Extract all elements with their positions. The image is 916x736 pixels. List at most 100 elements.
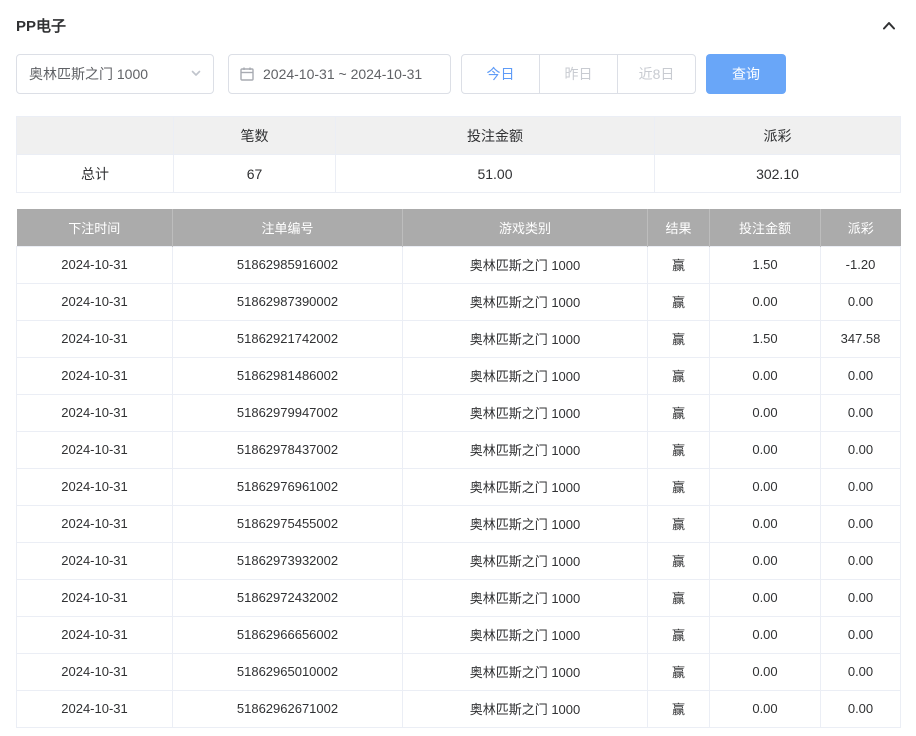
cell-result: 赢 <box>648 283 710 320</box>
date-range-value: 2024-10-31 ~ 2024-10-31 <box>263 66 422 82</box>
cell-payout: 0.00 <box>821 394 901 431</box>
summary-col-blank <box>17 117 174 155</box>
col-bet-amount: 投注金额 <box>710 209 821 246</box>
cell-result: 赢 <box>648 505 710 542</box>
cell-result: 赢 <box>648 542 710 579</box>
table-row: 2024-10-31 51862978437002 奥林匹斯之门 1000 赢 … <box>17 431 901 468</box>
col-order-id: 注单编号 <box>173 209 403 246</box>
cell-game-type: 奥林匹斯之门 1000 <box>403 246 648 283</box>
cell-bet-time: 2024-10-31 <box>17 431 173 468</box>
col-payout: 派彩 <box>821 209 901 246</box>
cell-bet-amount: 0.00 <box>710 616 821 653</box>
cell-payout: 0.00 <box>821 431 901 468</box>
col-bet-time: 下注时间 <box>17 209 173 246</box>
cell-bet-amount: 0.00 <box>710 468 821 505</box>
table-row: 2024-10-31 51862966656002 奥林匹斯之门 1000 赢 … <box>17 616 901 653</box>
summary-total-label: 总计 <box>17 155 174 193</box>
cell-payout: 0.00 <box>821 505 901 542</box>
quick-range-group: 今日 昨日 近8日 <box>461 54 696 94</box>
table-row: 2024-10-31 51862973932002 奥林匹斯之门 1000 赢 … <box>17 542 901 579</box>
table-row: 2024-10-31 51862979947002 奥林匹斯之门 1000 赢 … <box>17 394 901 431</box>
table-row: 2024-10-31 51862962671002 奥林匹斯之门 1000 赢 … <box>17 690 901 727</box>
cell-game-type: 奥林匹斯之门 1000 <box>403 394 648 431</box>
summary-total-row: 总计 67 51.00 302.10 <box>17 155 901 193</box>
cell-bet-amount: 0.00 <box>710 579 821 616</box>
filter-bar: 奥林匹斯之门 1000 2024-10-31 ~ 2024-10-31 今日 昨… <box>16 54 900 94</box>
col-result: 结果 <box>648 209 710 246</box>
table-row: 2024-10-31 51862975455002 奥林匹斯之门 1000 赢 … <box>17 505 901 542</box>
cell-payout: 0.00 <box>821 579 901 616</box>
cell-bet-amount: 0.00 <box>710 431 821 468</box>
cell-bet-time: 2024-10-31 <box>17 394 173 431</box>
cell-order-id: 51862966656002 <box>173 616 403 653</box>
bet-table-header-row: 下注时间 注单编号 游戏类别 结果 投注金额 派彩 <box>17 209 901 246</box>
summary-table: 笔数 投注金额 派彩 总计 67 51.00 302.10 <box>16 116 901 193</box>
cell-game-type: 奥林匹斯之门 1000 <box>403 468 648 505</box>
cell-result: 赢 <box>648 690 710 727</box>
cell-game-type: 奥林匹斯之门 1000 <box>403 505 648 542</box>
cell-result: 赢 <box>648 357 710 394</box>
summary-total-count: 67 <box>174 155 336 193</box>
quick-button-last8days[interactable]: 近8日 <box>617 54 696 94</box>
cell-order-id: 51862981486002 <box>173 357 403 394</box>
cell-bet-amount: 1.50 <box>710 320 821 357</box>
quick-button-yesterday[interactable]: 昨日 <box>539 54 618 94</box>
pp-games-panel: PP电子 奥林匹斯之门 1000 2024-10-31 ~ 2024-10-31 <box>0 0 916 728</box>
cell-result: 赢 <box>648 653 710 690</box>
cell-payout: 0.00 <box>821 283 901 320</box>
cell-game-type: 奥林匹斯之门 1000 <box>403 690 648 727</box>
summary-col-bet-amount: 投注金额 <box>336 117 655 155</box>
summary-total-bet: 51.00 <box>336 155 655 193</box>
cell-result: 赢 <box>648 431 710 468</box>
search-button[interactable]: 查询 <box>706 54 786 94</box>
cell-result: 赢 <box>648 579 710 616</box>
cell-payout: 347.58 <box>821 320 901 357</box>
cell-bet-amount: 0.00 <box>710 690 821 727</box>
table-row: 2024-10-31 51862965010002 奥林匹斯之门 1000 赢 … <box>17 653 901 690</box>
cell-order-id: 51862978437002 <box>173 431 403 468</box>
calendar-icon <box>239 66 255 82</box>
cell-payout: 0.00 <box>821 690 901 727</box>
cell-order-id: 51862965010002 <box>173 653 403 690</box>
cell-payout: 0.00 <box>821 653 901 690</box>
cell-bet-time: 2024-10-31 <box>17 505 173 542</box>
col-game-type: 游戏类别 <box>403 209 648 246</box>
summary-col-count: 笔数 <box>174 117 336 155</box>
panel-title: PP电子 <box>16 15 66 36</box>
cell-bet-amount: 0.00 <box>710 542 821 579</box>
cell-bet-time: 2024-10-31 <box>17 542 173 579</box>
collapse-chevron-up-icon[interactable] <box>880 17 898 35</box>
panel-header: PP电子 <box>16 13 900 36</box>
cell-bet-amount: 0.00 <box>710 653 821 690</box>
quick-button-today[interactable]: 今日 <box>461 54 540 94</box>
cell-result: 赢 <box>648 468 710 505</box>
cell-bet-amount: 1.50 <box>710 246 821 283</box>
cell-order-id: 51862973932002 <box>173 542 403 579</box>
cell-bet-amount: 0.00 <box>710 394 821 431</box>
summary-header-row: 笔数 投注金额 派彩 <box>17 117 901 155</box>
cell-order-id: 51862962671002 <box>173 690 403 727</box>
cell-order-id: 51862976961002 <box>173 468 403 505</box>
cell-payout: 0.00 <box>821 616 901 653</box>
cell-bet-time: 2024-10-31 <box>17 468 173 505</box>
cell-payout: 0.00 <box>821 542 901 579</box>
cell-bet-time: 2024-10-31 <box>17 653 173 690</box>
cell-payout: 0.00 <box>821 357 901 394</box>
date-range-picker[interactable]: 2024-10-31 ~ 2024-10-31 <box>228 54 451 94</box>
cell-order-id: 51862921742002 <box>173 320 403 357</box>
table-row: 2024-10-31 51862921742002 奥林匹斯之门 1000 赢 … <box>17 320 901 357</box>
cell-result: 赢 <box>648 246 710 283</box>
cell-order-id: 51862979947002 <box>173 394 403 431</box>
cell-order-id: 51862987390002 <box>173 283 403 320</box>
cell-bet-time: 2024-10-31 <box>17 320 173 357</box>
cell-result: 赢 <box>648 616 710 653</box>
cell-game-type: 奥林匹斯之门 1000 <box>403 542 648 579</box>
cell-result: 赢 <box>648 320 710 357</box>
cell-bet-time: 2024-10-31 <box>17 357 173 394</box>
bet-table-body: 2024-10-31 51862985916002 奥林匹斯之门 1000 赢 … <box>17 246 901 727</box>
cell-game-type: 奥林匹斯之门 1000 <box>403 320 648 357</box>
game-select[interactable]: 奥林匹斯之门 1000 <box>16 54 214 94</box>
chevron-down-icon <box>189 66 203 83</box>
table-row: 2024-10-31 51862976961002 奥林匹斯之门 1000 赢 … <box>17 468 901 505</box>
cell-bet-time: 2024-10-31 <box>17 616 173 653</box>
